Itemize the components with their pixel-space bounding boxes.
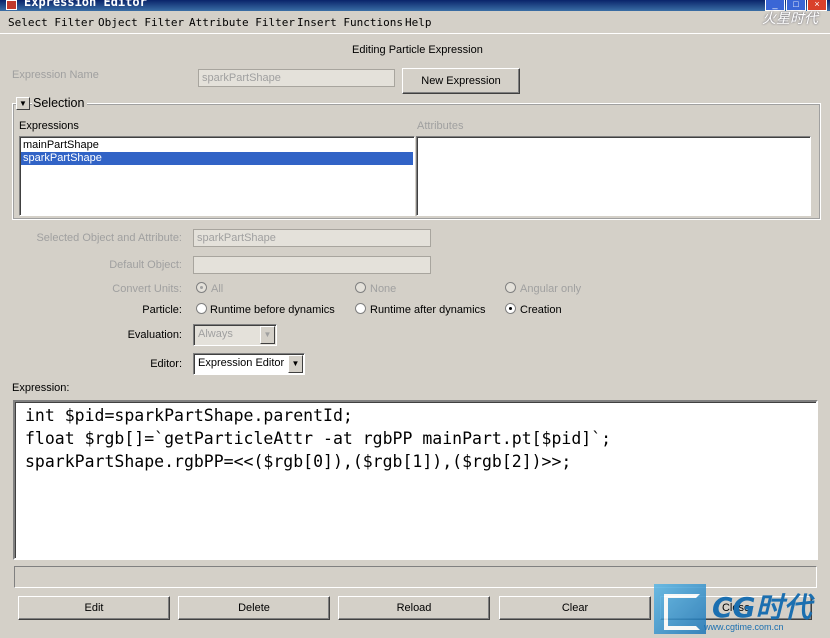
expression-name-label: Expression Name — [12, 69, 99, 81]
particle-label: Particle: — [142, 304, 182, 316]
editor-value: Expression Editor — [198, 357, 285, 369]
menu-bar: Select Filter Object Filter Attribute Fi… — [0, 12, 830, 34]
reload-button[interactable]: Reload — [338, 596, 490, 620]
menu-object-filter[interactable]: Object Filter — [98, 16, 184, 29]
clear-button[interactable]: Clear — [499, 596, 651, 620]
radio-convert-angular[interactable] — [505, 282, 516, 293]
editor-select[interactable]: Expression Editor ▼ — [193, 353, 305, 375]
list-item[interactable]: mainPartShape — [21, 139, 413, 152]
delete-button[interactable]: Delete — [178, 596, 330, 620]
selected-object-field[interactable]: sparkPartShape — [193, 229, 431, 247]
new-expression-button[interactable]: New Expression — [402, 68, 520, 94]
collapse-toggle-icon[interactable]: ▼ — [16, 97, 30, 110]
radio-runtime-after[interactable] — [355, 303, 366, 314]
watermark-logo-icon — [654, 584, 706, 634]
creation-label: Creation — [520, 304, 562, 316]
default-object-field[interactable] — [193, 256, 431, 274]
convert-all-label: All — [211, 283, 224, 295]
title-bar: Expression Editor _ □ × — [0, 0, 830, 11]
default-object-label: Default Object: — [109, 259, 182, 271]
evaluation-select[interactable]: Always ▼ — [193, 324, 277, 346]
list-item[interactable]: sparkPartShape — [21, 152, 413, 165]
evaluation-label: Evaluation: — [127, 329, 182, 341]
watermark-brand: CG时代 — [712, 591, 812, 624]
selected-object-label: Selected Object and Attribute: — [36, 232, 182, 244]
attributes-label: Attributes — [417, 120, 464, 132]
convert-none-label: None — [370, 283, 397, 295]
radio-convert-none[interactable] — [355, 282, 366, 293]
selection-title: Selection — [32, 96, 88, 110]
menu-select-filter[interactable]: Select Filter — [8, 16, 94, 29]
app-icon — [6, 0, 17, 10]
radio-runtime-before[interactable] — [196, 303, 207, 314]
page-title: Editing Particle Expression — [352, 44, 483, 56]
window-title: Expression Editor — [24, 0, 147, 9]
radio-convert-all[interactable] — [196, 282, 207, 293]
runtime-before-label: Runtime before dynamics — [210, 304, 335, 316]
evaluation-value: Always — [198, 328, 233, 340]
watermark: CG时代 www.cgtime.com.cn — [654, 582, 830, 638]
expressions-list: mainPartShape sparkPartShape — [19, 136, 415, 216]
menu-insert-functions[interactable]: Insert Functions — [297, 16, 403, 29]
menu-attribute-filter[interactable]: Attribute Filter — [189, 16, 295, 29]
watermark-logo-top: 火星时代 — [762, 11, 818, 27]
code-line: float $rgb[]=`getParticleAttr -at rgbPP … — [25, 429, 612, 448]
convert-units-label: Convert Units: — [112, 283, 182, 295]
editor-label: Editor: — [150, 358, 182, 370]
expression-name-field[interactable]: sparkPartShape — [198, 69, 395, 87]
expression-label: Expression: — [12, 382, 70, 394]
radio-creation[interactable] — [505, 303, 516, 314]
code-line: sparkPartShape.rgbPP=<<($rgb[0]),($rgb[1… — [25, 452, 572, 471]
convert-angular-label: Angular only — [520, 283, 582, 295]
edit-button[interactable]: Edit — [18, 596, 170, 620]
chevron-down-icon: ▼ — [288, 355, 303, 373]
attributes-list[interactable] — [416, 136, 811, 216]
runtime-after-label: Runtime after dynamics — [370, 304, 486, 316]
code-line: int $pid=sparkPartShape.parentId; — [25, 406, 353, 425]
expressions-label: Expressions — [19, 120, 79, 132]
expression-text-editor[interactable]: int $pid=sparkPartShape.parentId; float $… — [13, 400, 818, 560]
chevron-down-icon: ▼ — [260, 326, 275, 344]
watermark-url: www.cgtime.com.cn — [704, 622, 784, 632]
menu-help[interactable]: Help — [405, 16, 432, 29]
